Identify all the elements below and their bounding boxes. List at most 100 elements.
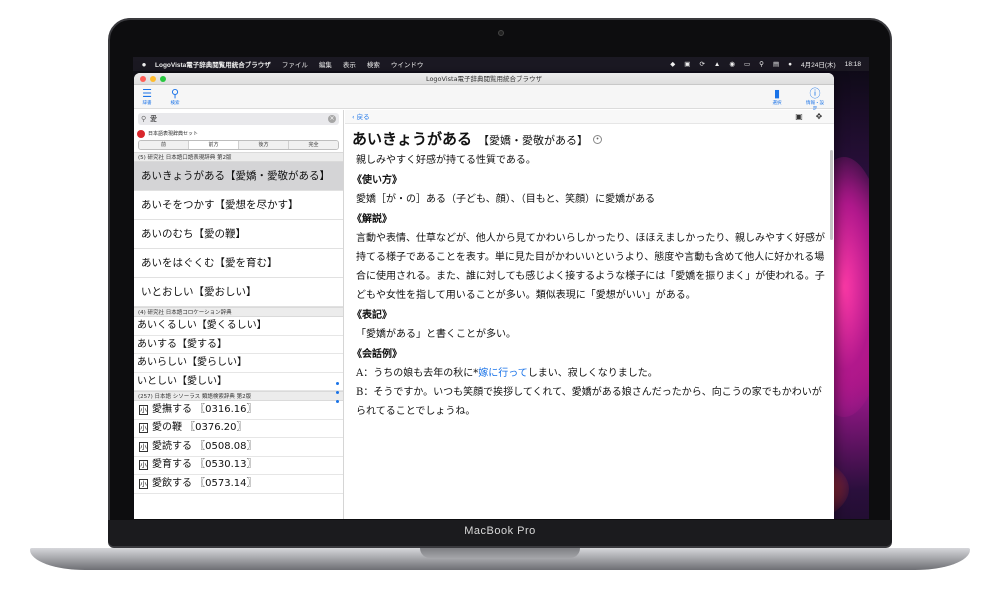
list-item[interactable]: あいらしい【愛らしい】 <box>134 354 343 373</box>
list-item[interactable]: あいそをつかす【愛想を尽かす】 <box>134 191 343 220</box>
mode-exact[interactable]: 完全 <box>289 141 338 149</box>
speaker-icon[interactable]: • <box>593 135 603 144</box>
dictionary-list-button[interactable]: ☰ 辞書 <box>136 87 158 106</box>
list-item[interactable]: あいきょうがある【愛嬌・愛敬がある】 <box>134 162 343 191</box>
clear-search-icon[interactable]: × <box>328 115 336 123</box>
control-center-icon[interactable]: ▤ <box>773 60 779 68</box>
entry-pane: ‹ 戻る ▣ ✥ あいきょうがある 【愛嬌・愛敬がある】 • 親しみやすく好感が持て… <box>345 110 834 519</box>
menu-window[interactable]: ウインドウ <box>391 59 424 69</box>
notation-heading: 《表記》 <box>352 310 392 321</box>
group-header: (4) 研究社 日本語コロケーション辞典 <box>134 307 343 317</box>
close-button[interactable] <box>140 76 146 82</box>
list-item-label: 愛撫する 〖0316.16〗 <box>152 403 257 415</box>
list-item[interactable]: あいする【愛する】 <box>134 336 343 354</box>
list-item[interactable]: あいのむち【愛の鞭】 <box>134 220 343 249</box>
select-label: 選択 <box>772 101 782 106</box>
list-item[interactable]: あいをはぐくむ【愛を育む】 <box>134 249 343 278</box>
battery-icon[interactable]: ▭ <box>744 60 750 68</box>
user-icon[interactable]: ◉ <box>729 60 735 68</box>
list-item[interactable]: 小愛育する 〖0530.13〗 <box>134 457 343 475</box>
menu-date[interactable]: 4月24日(木) <box>801 59 836 69</box>
list-icon: ☰ <box>142 87 152 100</box>
list-item[interactable]: 小愛飲する 〖0573.14〗 <box>134 475 343 494</box>
search-field-icon: ⚲ <box>141 115 147 123</box>
explanation-heading: 《解説》 <box>352 214 392 225</box>
title-bar: LogoVista電子辞典閲覧用統合ブラウザ <box>134 73 834 85</box>
laptop-lid: ● LogoVista電子辞典閲覧用統合ブラウザ ファイル 編集 表示 検索 ウ… <box>108 18 892 548</box>
list-item[interactable]: 小愛撫する 〖0316.16〗 <box>134 401 343 420</box>
menu-time[interactable]: 18:18 <box>845 61 861 68</box>
small-badge: 小 <box>139 441 148 452</box>
list-item[interactable]: いとおしい【愛おしい】 <box>134 278 343 307</box>
search-icon: ⚲ <box>170 87 180 100</box>
list-item-label: 愛育する 〖0530.13〗 <box>152 459 257 470</box>
definition: 親しみやすく好感が持てる性質である。 <box>356 155 536 166</box>
menu-search[interactable]: 検索 <box>367 59 380 69</box>
dictionary-set-icon <box>137 129 145 138</box>
dialog-a-prefix: A：うちの娘も去年の秋に* <box>356 368 479 379</box>
window-controls <box>140 76 166 82</box>
search-input[interactable]: ⚲ 愛 × <box>138 113 339 125</box>
headword: あいきょうがある <box>352 130 473 148</box>
keyboard-icon[interactable]: ▣ <box>684 60 690 68</box>
small-badge: 小 <box>139 404 148 415</box>
scrollbar[interactable] <box>830 150 833 240</box>
status-area: ◆ ▣ ⟳ ▲ ◉ ▭ ⚲ ▤ ● 4月24日(木) 18:18 <box>670 59 869 70</box>
dictionary-set-label: 日本語表現辞典セット <box>148 131 199 137</box>
mode-prefix-short[interactable]: 前 <box>139 141 189 149</box>
info-icon: ⓘ <box>809 87 821 100</box>
cross-reference-link[interactable]: 嫁に行って <box>478 368 528 379</box>
dialog-heading: 《会話例》 <box>352 349 402 360</box>
group-header: (257) 日本語 シソーラス 類語検索辞典 第2版 <box>134 391 343 401</box>
group-header: (5) 研究社 日本語口語表現辞典 第2版 <box>134 152 343 162</box>
list-item-label: 愛の鞭 〖0376.20〗 <box>152 422 247 433</box>
dictionary-set-selector[interactable]: 日本語表現辞典セット <box>134 128 343 139</box>
select-button[interactable]: ▮ 選択 <box>766 87 788 106</box>
zoom-button[interactable] <box>160 76 166 82</box>
sync-icon[interactable]: ⟳ <box>699 60 704 68</box>
move-icon[interactable]: ✥ <box>814 112 824 122</box>
mode-backward[interactable]: 後方 <box>239 141 289 149</box>
wifi-icon[interactable]: ▲ <box>714 61 720 68</box>
usage-heading: 《使い方》 <box>352 175 402 186</box>
stage: ● LogoVista電子辞典閲覧用統合ブラウザ ファイル 編集 表示 検索 ウ… <box>0 0 1000 600</box>
headword-kanji: 【愛嬌・愛敬がある】 <box>478 134 589 147</box>
dropbox-icon[interactable]: ◆ <box>670 60 675 68</box>
spotlight-icon[interactable]: ⚲ <box>759 60 764 68</box>
dictionary-list-label: 辞書 <box>142 101 152 106</box>
small-badge: 小 <box>139 460 148 471</box>
screen: ● LogoVista電子辞典閲覧用統合ブラウザ ファイル 編集 表示 検索 ウ… <box>133 57 869 519</box>
search-label: 検索 <box>170 101 180 106</box>
back-button[interactable]: ‹ 戻る <box>352 113 370 121</box>
menu-bar: ● LogoVista電子辞典閲覧用統合ブラウザ ファイル 編集 表示 検索 ウ… <box>133 57 869 71</box>
window-title: LogoVista電子辞典閲覧用統合ブラウザ <box>425 75 543 83</box>
apple-icon[interactable]: ● <box>133 60 155 69</box>
minimize-button[interactable] <box>150 76 156 82</box>
dictionary-entry: あいきょうがある 【愛嬌・愛敬がある】 • 親しみやすく好感が持てる性質である。 《… <box>345 124 834 421</box>
mode-forward[interactable]: 前方 <box>189 141 239 149</box>
device-brand: MacBook Pro <box>464 525 536 537</box>
usage-text: 愛嬌［が・の］ある（子ども、顔）、（目もと、笑顔）に愛嬌がある <box>356 194 656 205</box>
menu-view[interactable]: 表示 <box>343 59 356 69</box>
info-settings-button[interactable]: ⓘ 情報・設定 <box>804 87 826 112</box>
toolbar: ☰ 辞書 ⚲ 検索 ▮ 選択 ⓘ 情報・設定 <box>134 85 834 112</box>
book-icon: ▮ <box>773 87 781 100</box>
search-button[interactable]: ⚲ 検索 <box>164 87 186 106</box>
menu-edit[interactable]: 編集 <box>319 59 332 69</box>
list-item[interactable]: 小愛読する 〖0508.08〗 <box>134 438 343 457</box>
search-value: 愛 <box>150 115 157 123</box>
bookmark-icon[interactable]: ▣ <box>794 112 804 122</box>
back-label: 戻る <box>356 113 370 121</box>
dialog-a: A：うちの娘も去年の秋に*嫁に行ってしまい、寂しくなりました。 <box>356 364 826 383</box>
scroll-indicator[interactable] <box>336 382 339 403</box>
list-item[interactable]: あいくるしい【愛くるしい】 <box>134 317 343 336</box>
dialog-b: B：そうですか。いつも笑顔で挨拶してくれて、愛嬌がある娘さんだったから、向こうの… <box>356 387 822 417</box>
list-item[interactable]: いとしい【愛しい】 <box>134 373 343 391</box>
menu-app-name[interactable]: LogoVista電子辞典閲覧用統合ブラウザ <box>155 59 271 69</box>
list-item[interactable]: 小愛の鞭 〖0376.20〗 <box>134 420 343 438</box>
content-navbar: ‹ 戻る ▣ ✥ <box>345 110 834 124</box>
siri-icon[interactable]: ● <box>788 61 792 68</box>
lid-notch <box>420 548 580 558</box>
app-window: LogoVista電子辞典閲覧用統合ブラウザ ☰ 辞書 ⚲ 検索 ▮ 選択 ⓘ … <box>134 73 834 519</box>
menu-file[interactable]: ファイル <box>282 59 308 69</box>
